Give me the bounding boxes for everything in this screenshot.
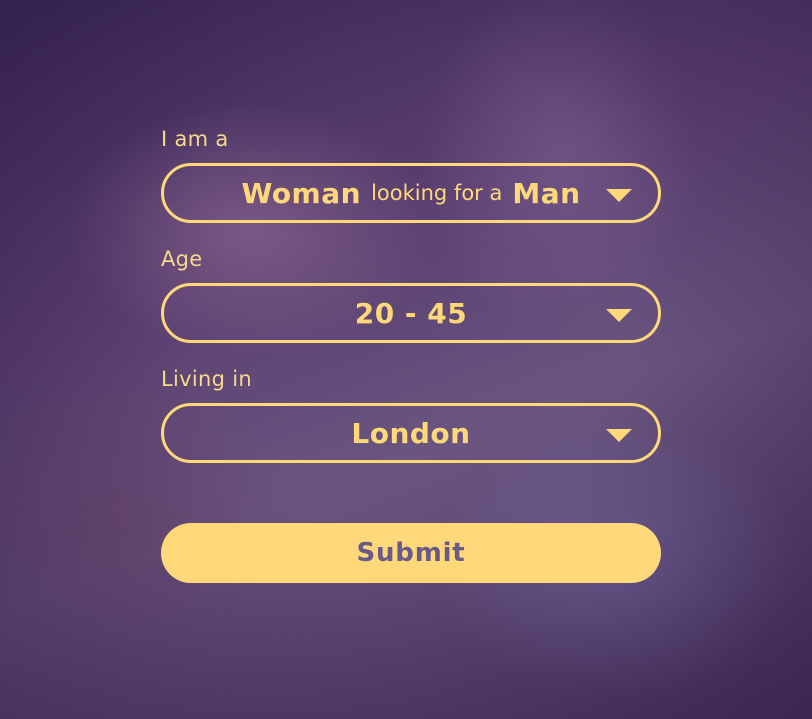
- age-range-value: 20 - 45: [354, 296, 468, 330]
- gender-label: I am a: [161, 127, 229, 151]
- gender-select[interactable]: Woman looking for a Man: [161, 163, 661, 223]
- seeking-gender-value: Man: [512, 176, 581, 210]
- age-label: Age: [161, 247, 203, 271]
- background-overlay: [0, 0, 812, 719]
- age-select[interactable]: 20 - 45: [161, 283, 661, 343]
- own-gender-value: Woman: [241, 176, 362, 210]
- location-label: Living in: [161, 367, 252, 391]
- location-value: London: [351, 416, 471, 450]
- triangle-down-icon: [606, 429, 632, 442]
- looking-for-text: looking for a: [371, 181, 503, 205]
- triangle-down-icon: [606, 309, 632, 322]
- location-select[interactable]: London: [161, 403, 661, 463]
- submit-button[interactable]: Submit: [161, 523, 661, 583]
- triangle-down-icon: [606, 189, 632, 202]
